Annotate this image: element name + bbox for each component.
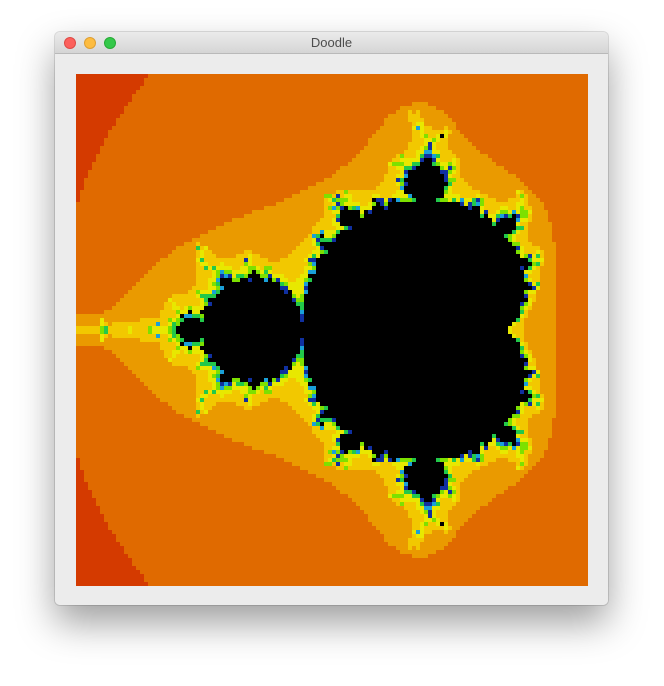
mandelbrot-canvas[interactable] <box>76 74 588 586</box>
title-bar[interactable]: Doodle <box>55 32 608 54</box>
window-title: Doodle <box>310 35 353 50</box>
doodle-window: Doodle <box>55 32 608 605</box>
window-content <box>55 54 608 605</box>
